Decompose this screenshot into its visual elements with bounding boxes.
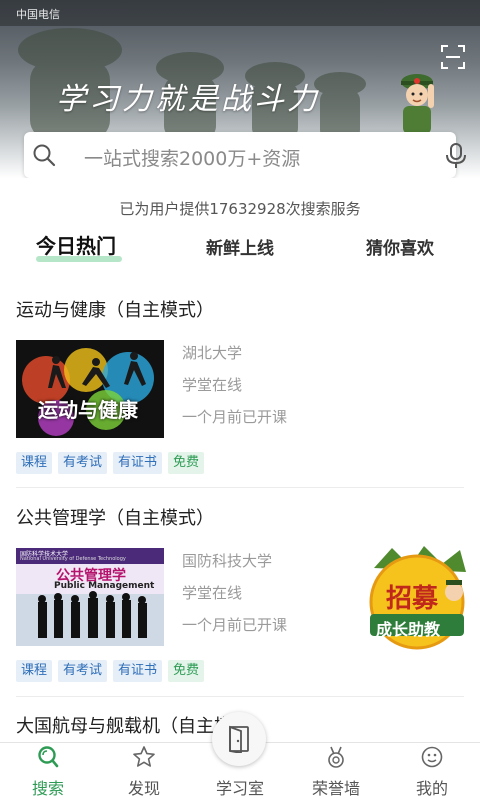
search-icon bbox=[38, 746, 59, 768]
soldier-mascot-icon bbox=[401, 74, 434, 134]
nav-discover[interactable]: 发现 bbox=[96, 743, 192, 800]
recruit-assistant-badge[interactable]: 招募 成长助教 bbox=[362, 542, 472, 650]
course-title[interactable]: 运动与健康（自主模式） bbox=[16, 296, 214, 322]
course-thumbnail[interactable]: 国防科学技术大学 National University of Defense … bbox=[16, 548, 164, 646]
hero-slogan: 学习力就是战斗力 bbox=[56, 82, 320, 117]
course-tags: 课程 有考试 有证书 免费 bbox=[16, 452, 205, 474]
tag-has-certificate: 有证书 bbox=[113, 660, 163, 682]
nav-honor-wall[interactable]: 荣誉墙 bbox=[288, 743, 384, 800]
course-university: 国防科技大学 bbox=[182, 552, 273, 570]
public-management-thumbnail-image bbox=[16, 548, 164, 646]
tag-has-exam: 有考试 bbox=[58, 660, 108, 682]
nav-label: 学习室 bbox=[215, 779, 264, 798]
thumbnail-header-en: National University of Defense Technolog… bbox=[20, 556, 126, 562]
course-university: 湖北大学 bbox=[182, 344, 243, 362]
nav-label: 发现 bbox=[127, 779, 160, 798]
hero-banner: 中国电信 学习力就是战斗力 一站式搜索2000万+资源 bbox=[0, 0, 480, 178]
course-status: 一个月前已开课 bbox=[182, 408, 288, 426]
search-bar[interactable]: 一站式搜索2000万+资源 bbox=[24, 132, 466, 178]
course-platform: 学堂在线 bbox=[182, 376, 243, 394]
nav-label: 搜索 bbox=[31, 779, 64, 798]
door-icon bbox=[229, 725, 249, 753]
medal-icon bbox=[328, 746, 344, 768]
nav-label: 荣誉墙 bbox=[311, 779, 360, 798]
nav-search[interactable]: 搜索 bbox=[0, 743, 96, 800]
microphone-icon[interactable] bbox=[444, 143, 468, 169]
thumbnail-caption: 运动与健康 bbox=[38, 398, 138, 422]
search-icon bbox=[33, 144, 56, 167]
nav-label: 我的 bbox=[415, 779, 448, 798]
search-service-count: 已为用户提供17632928次搜索服务 bbox=[119, 200, 361, 218]
card-divider bbox=[16, 487, 464, 488]
recruit-subtitle: 成长助教 bbox=[376, 620, 441, 639]
star-icon bbox=[133, 746, 155, 767]
search-placeholder[interactable]: 一站式搜索2000万+资源 bbox=[84, 144, 300, 171]
course-thumbnail[interactable]: 运动与健康 bbox=[16, 340, 164, 438]
nav-profile[interactable]: 我的 bbox=[384, 743, 480, 800]
course-title[interactable]: 公共管理学（自主模式） bbox=[16, 504, 214, 530]
tab-today-hot[interactable]: 今日热门 bbox=[36, 230, 116, 264]
profile-icon bbox=[421, 746, 443, 768]
tab-new-releases[interactable]: 新鲜上线 bbox=[206, 234, 274, 268]
card-divider bbox=[16, 696, 464, 697]
tab-recommended[interactable]: 猜你喜欢 bbox=[366, 234, 434, 268]
course-tabs: 今日热门 新鲜上线 猜你喜欢 bbox=[0, 228, 480, 264]
tag-has-exam: 有考试 bbox=[58, 452, 108, 474]
recruit-title: 招募 bbox=[386, 584, 439, 614]
tag-course: 课程 bbox=[16, 660, 53, 682]
course-status: 一个月前已开课 bbox=[182, 616, 288, 634]
thumbnail-subcaption: Public Management bbox=[54, 581, 155, 591]
scan-icon[interactable] bbox=[440, 44, 466, 70]
study-room-center-button[interactable] bbox=[212, 712, 266, 766]
tag-course: 课程 bbox=[16, 452, 53, 474]
sports-thumbnail-image bbox=[16, 340, 164, 438]
tag-free: 免费 bbox=[168, 660, 205, 682]
tag-has-certificate: 有证书 bbox=[113, 452, 163, 474]
course-platform: 学堂在线 bbox=[182, 584, 243, 602]
course-card[interactable]: 运动与健康（自主模式） 运动与健康 湖北大学 学堂在线 一个月前已开课 课程 有… bbox=[16, 296, 464, 476]
tag-free: 免费 bbox=[168, 452, 205, 474]
course-tags: 课程 有考试 有证书 免费 bbox=[16, 660, 205, 682]
